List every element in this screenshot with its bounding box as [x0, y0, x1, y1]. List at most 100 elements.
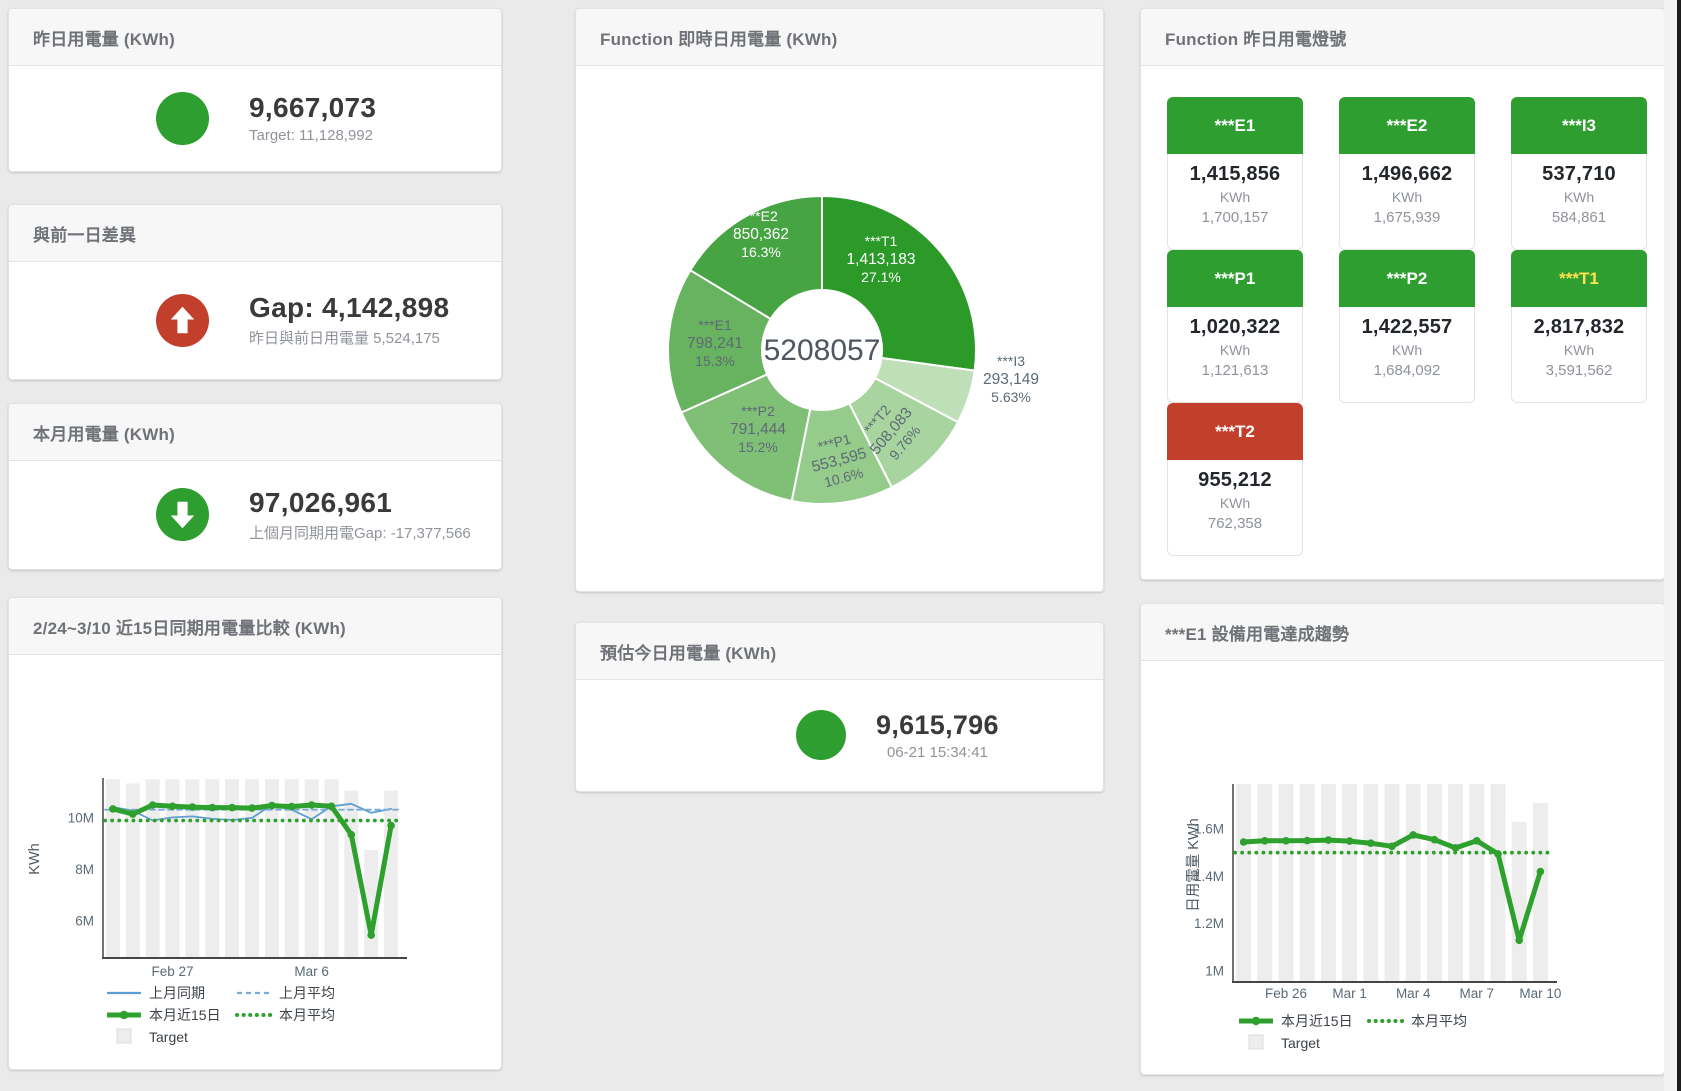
card-realtime-usage-donut: Function 即時日用電量 (KWh) 5208057***T11,413,…: [575, 8, 1104, 592]
status-tile-header: ***E2: [1339, 97, 1475, 154]
estimate-today-value: 9,615,796: [876, 710, 999, 741]
kpi-text: 9,615,796 06-21 15:34:41: [876, 710, 999, 761]
estimate-today-timestamp: 06-21 15:34:41: [876, 744, 999, 761]
status-tile: ***T12,817,832KWh3,591,562: [1511, 250, 1647, 403]
card-body: 9,615,796 06-21 15:34:41: [576, 679, 1103, 791]
status-tile-header: ***P2: [1339, 250, 1475, 307]
svg-text:Feb 26: Feb 26: [1265, 986, 1307, 1001]
status-tile: ***P1 1,020,322 KWh 1,121,613: [1167, 250, 1303, 403]
card-title: 昨日用電量 (KWh): [33, 25, 175, 50]
prev-day-gap-subtitle: 昨日與前日用電量 5,524,175: [249, 327, 449, 348]
status-tile: ***E2 1,496,662 KWh 1,675,939: [1339, 97, 1475, 250]
status-tile: ***P2 1,422,557 KWh 1,684,092: [1339, 250, 1475, 403]
card-body: 97,026,961 上個月同期用電Gap: -17,377,566: [9, 460, 501, 569]
status-tile-target: 1,675,939: [1340, 209, 1474, 226]
status-tile-unit: KWh: [1168, 342, 1302, 358]
card-title: 與前一日差異: [33, 221, 136, 246]
svg-text:16.3%: 16.3%: [741, 244, 781, 260]
status-tile: ***T2 955,212 KWh 762,358: [1167, 403, 1303, 556]
svg-text:1M: 1M: [1205, 964, 1224, 979]
svg-text:Target: Target: [149, 1029, 188, 1045]
usage-compare-chart: 6M8M10MFeb 27Mar 6KWh上月同期上月平均本月近15日本月平均T…: [9, 654, 501, 1069]
card-month-usage-header: 本月用電量 (KWh): [9, 404, 501, 461]
card-body: 9,667,073 Target: 11,128,992: [9, 65, 501, 171]
status-tile-value: 1,415,856: [1168, 163, 1302, 186]
svg-text:Mar 10: Mar 10: [1519, 986, 1561, 1001]
status-tile-header: ***I3: [1511, 97, 1647, 154]
svg-text:1.2M: 1.2M: [1194, 916, 1224, 931]
card-body: 6M8M10MFeb 27Mar 6KWh上月同期上月平均本月近15日本月平均T…: [9, 654, 501, 1069]
status-circle-icon: [796, 710, 846, 760]
e1-trend-chart: 1M1.2M1.4M1.6MFeb 26Mar 1Mar 4Mar 7Mar 1…: [1141, 660, 1664, 1074]
svg-text:15.2%: 15.2%: [738, 439, 778, 455]
status-tile-target: 584,861: [1512, 209, 1646, 226]
card-title: Function 昨日用電燈號: [1165, 25, 1346, 50]
status-tile-body: 537,710KWh584,861: [1511, 154, 1647, 250]
status-tile-value: 1,020,322: [1168, 316, 1302, 339]
status-circle-icon: [156, 92, 209, 145]
kpi-text: 9,667,073 Target: 11,128,992: [249, 92, 376, 144]
card-body: Gap: 4,142,898 昨日與前日用電量 5,524,175: [9, 261, 501, 379]
card-title: 本月用電量 (KWh): [33, 420, 175, 445]
screen-right-edge: [1677, 0, 1681, 1091]
status-tile-value: 2,817,832: [1512, 316, 1646, 339]
svg-text:***E1: ***E1: [698, 317, 732, 333]
energy-dashboard: { "kpis": { "yesterday": {"title": "昨日用電…: [0, 0, 1681, 1091]
yesterday-usage-value: 9,667,073: [249, 92, 376, 124]
status-tile-value: 1,496,662: [1340, 163, 1474, 186]
arrow-up-icon: [156, 294, 209, 347]
realtime-usage-donut-chart: 5208057***T11,413,18327.1%***I3293,1495.…: [576, 65, 1103, 591]
card-e1-trend-header: ***E1 設備用電達成趨勢: [1141, 604, 1664, 661]
status-tile-value: 955,212: [1168, 469, 1302, 492]
status-tile-body: 955,212 KWh 762,358: [1167, 460, 1303, 556]
card-body: 1M1.2M1.4M1.6MFeb 26Mar 1Mar 4Mar 7Mar 1…: [1141, 660, 1664, 1074]
status-tile-unit: KWh: [1340, 342, 1474, 358]
status-tile-target: 1,121,613: [1168, 362, 1302, 379]
status-tile-header: ***T1: [1511, 250, 1647, 307]
svg-text:850,362: 850,362: [733, 226, 789, 243]
card-15day-compare-chart: 2/24~3/10 近15日同期用電量比較 (KWh) 6M8M10MFeb 2…: [8, 597, 502, 1070]
status-tile-unit: KWh: [1168, 495, 1302, 511]
svg-text:***I3: ***I3: [997, 353, 1025, 369]
svg-text:上月平均: 上月平均: [279, 985, 335, 1001]
card-prev-day-gap-header: 與前一日差異: [9, 205, 501, 262]
svg-text:Target: Target: [1281, 1035, 1320, 1051]
status-tile-body: 1,422,557 KWh 1,684,092: [1339, 307, 1475, 403]
status-tile-header: ***T2: [1167, 403, 1303, 460]
svg-text:27.1%: 27.1%: [861, 269, 901, 285]
status-tile-unit: KWh: [1168, 189, 1302, 205]
card-title: 2/24~3/10 近15日同期用電量比較 (KWh): [33, 614, 346, 639]
card-estimate-header: 預估今日用電量 (KWh): [576, 623, 1103, 680]
svg-text:Mar 6: Mar 6: [294, 964, 329, 979]
card-title: ***E1 設備用電達成趨勢: [1165, 620, 1349, 645]
svg-text:Mar 7: Mar 7: [1460, 986, 1495, 1001]
kpi-text: 97,026,961 上個月同期用電Gap: -17,377,566: [249, 487, 471, 543]
status-tile-header: ***E1: [1167, 97, 1303, 154]
status-tile: ***E11,415,856KWh1,700,157: [1167, 97, 1303, 250]
status-tile-unit: KWh: [1512, 342, 1646, 358]
svg-text:***P2: ***P2: [741, 403, 775, 419]
status-tile-body: 1,020,322 KWh 1,121,613: [1167, 307, 1303, 403]
kpi-text: Gap: 4,142,898 昨日與前日用電量 5,524,175: [249, 292, 449, 348]
svg-text:本月近15日: 本月近15日: [1281, 1013, 1353, 1029]
status-tile-target: 762,358: [1168, 515, 1302, 532]
yesterday-usage-target: Target: 11,128,992: [249, 127, 376, 144]
status-tile-header: ***P1: [1167, 250, 1303, 307]
status-tile-unit: KWh: [1340, 189, 1474, 205]
card-15day-compare-header: 2/24~3/10 近15日同期用電量比較 (KWh): [9, 598, 501, 655]
status-tile-value: 1,422,557: [1340, 316, 1474, 339]
svg-text:本月平均: 本月平均: [1411, 1013, 1467, 1029]
status-tile-target: 1,684,092: [1340, 362, 1474, 379]
svg-text:本月近15日: 本月近15日: [149, 1007, 221, 1023]
svg-text:KWh: KWh: [27, 843, 43, 874]
card-body: 5208057***T11,413,18327.1%***I3293,1495.…: [576, 65, 1103, 591]
svg-text:15.3%: 15.3%: [695, 353, 735, 369]
card-title: Function 即時日用電量 (KWh): [600, 25, 837, 50]
card-prev-day-gap: 與前一日差異 Gap: 4,142,898 昨日與前日用電量 5,524,175: [8, 204, 502, 380]
svg-text:8M: 8M: [75, 862, 94, 877]
card-title: 預估今日用電量 (KWh): [600, 639, 776, 664]
svg-text:10M: 10M: [68, 810, 94, 825]
status-tile: ***I3537,710KWh584,861: [1511, 97, 1647, 250]
card-e1-trend-chart: ***E1 設備用電達成趨勢 1M1.2M1.4M1.6MFeb 26Mar 1…: [1140, 603, 1665, 1075]
status-tile-body: 1,415,856KWh1,700,157: [1167, 154, 1303, 250]
